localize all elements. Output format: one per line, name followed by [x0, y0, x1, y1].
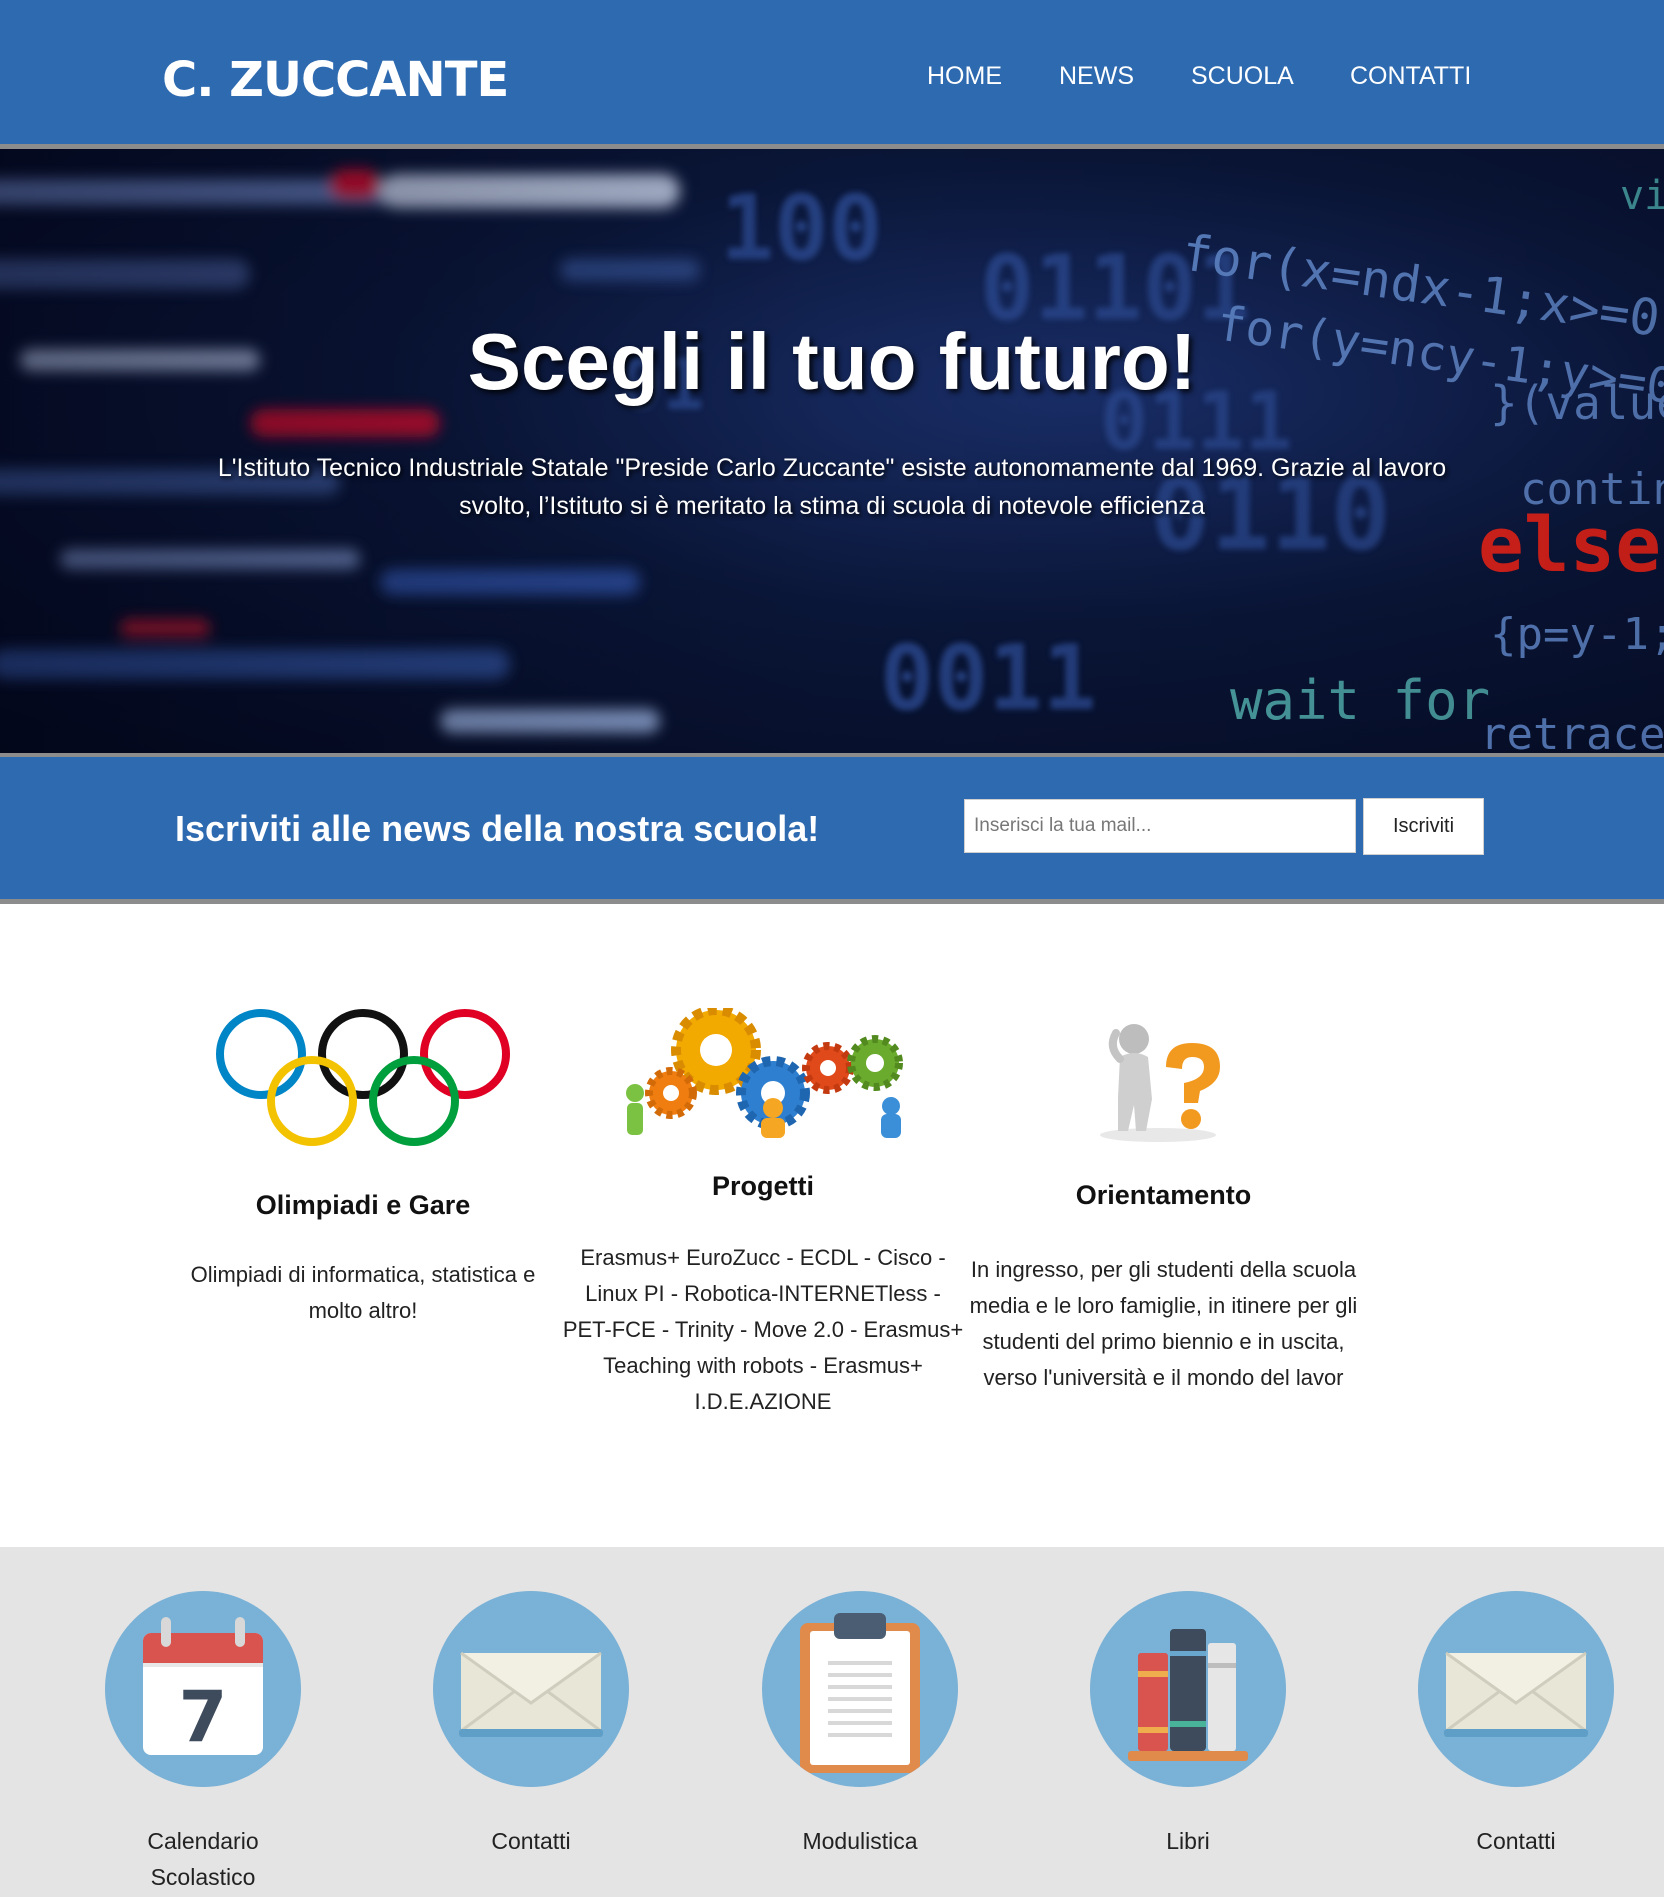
link-label[interactable]: Contatti [433, 1823, 629, 1859]
link-label[interactable]: Modulistica [762, 1823, 958, 1859]
nav-contatti[interactable]: CONTATTI [1350, 56, 1471, 96]
hero-description: L'Istituto Tecnico Industriale Statale "… [217, 454, 1447, 520]
feature-title: Olimpiadi e Gare [255, 1190, 471, 1220]
feature-text: In ingresso, per gli studenti della scuo… [969, 1257, 1358, 1390]
feature-progetti[interactable]: Progetti Erasmus+ EuroZucc - ECDL - Cisc… [558, 904, 968, 1547]
envelope-icon[interactable] [433, 1591, 629, 1787]
nav-scuola[interactable]: SCUOLA [1191, 56, 1294, 96]
link-contatti-2[interactable]: Contatti [1418, 1591, 1614, 1859]
nav-home[interactable]: HOME [927, 56, 1002, 96]
clipboard-icon[interactable] [762, 1591, 958, 1787]
link-libri[interactable]: Libri [1090, 1591, 1286, 1859]
email-input[interactable] [964, 799, 1356, 853]
link-label[interactable]: Calendario Scolastico [105, 1823, 301, 1895]
site-header: C. ZUCCANTE HOME NEWS SCUOLA CONTATTI [0, 0, 1664, 149]
link-modulistica[interactable]: Modulistica [762, 1591, 958, 1859]
link-label[interactable]: Libri [1090, 1823, 1286, 1859]
calendar-day: 7 [179, 1676, 228, 1758]
hero-banner: 100 01101 0110 0011 0111 01 for(x=ndx-1;… [0, 149, 1664, 753]
newsletter-title: Iscriviti alle news della nostra scuola! [175, 808, 820, 849]
quick-links: 7 Calendario Scolastico Contatti Modulis… [0, 1547, 1664, 1897]
feature-text: Olimpiadi di informatica, statistica e m… [190, 1262, 536, 1323]
feature-text: Erasmus+ EuroZucc - ECDL - Cisco - Linux… [562, 1245, 964, 1414]
subscribe-button[interactable]: Iscriviti [1363, 798, 1484, 855]
link-label[interactable]: Contatti [1418, 1823, 1614, 1859]
link-calendario[interactable]: 7 Calendario Scolastico [105, 1591, 301, 1895]
question-person-icon [1100, 1024, 1220, 1142]
envelope-icon[interactable] [1418, 1591, 1614, 1787]
calendar-icon[interactable]: 7 [105, 1591, 301, 1787]
hero-title: Scegli il tuo futuro! [467, 317, 1197, 406]
nav-news[interactable]: NEWS [1059, 56, 1134, 96]
feature-title: Progetti [711, 1171, 814, 1201]
feature-title: Orientamento [1075, 1180, 1252, 1210]
main-nav: HOME NEWS SCUOLA CONTATTI [0, 56, 1664, 96]
olympic-rings-icon [216, 1009, 510, 1146]
newsletter-bar: Iscriviti alle news della nostra scuola!… [0, 753, 1664, 904]
books-icon[interactable] [1090, 1591, 1286, 1787]
features-section: Olimpiadi e Gare Olimpiadi di informatic… [0, 904, 1664, 1547]
feature-olimpiadi[interactable]: Olimpiadi e Gare Olimpiadi di informatic… [173, 904, 553, 1547]
link-contatti[interactable]: Contatti [433, 1591, 629, 1859]
feature-orientamento[interactable]: Orientamento In ingresso, per gli studen… [966, 904, 1361, 1547]
gears-icon [626, 1008, 903, 1138]
